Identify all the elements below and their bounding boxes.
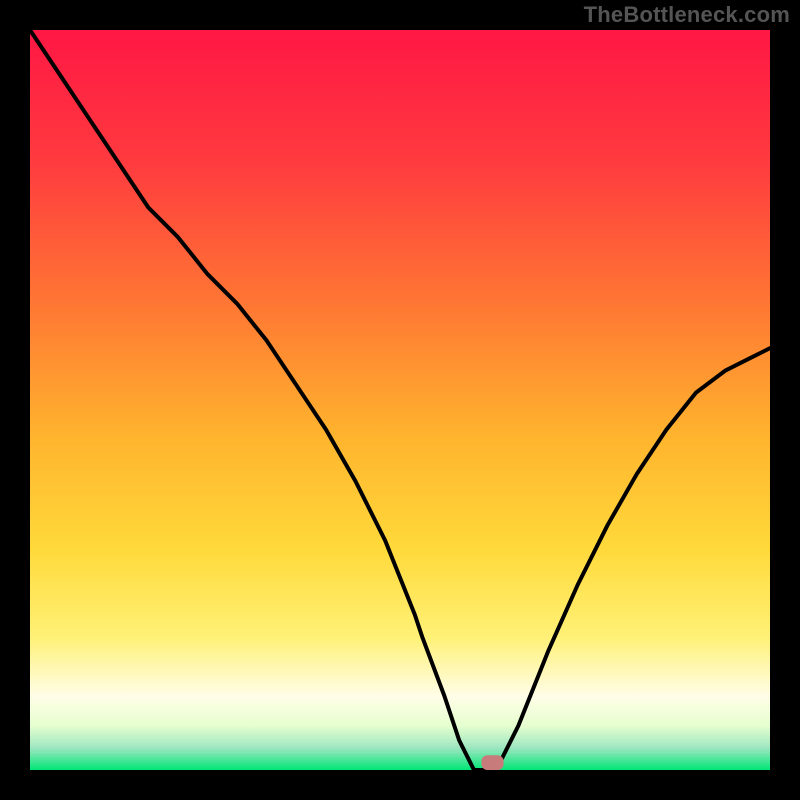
shading-band: [30, 726, 770, 728]
shading-band: [30, 696, 770, 698]
shading-band: [30, 711, 770, 713]
shading-band: [30, 740, 770, 742]
chart-background: [30, 30, 770, 770]
chart-canvas: [30, 30, 770, 770]
watermark-text: TheBottleneck.com: [584, 2, 790, 28]
chart-svg: [30, 30, 770, 770]
shading-band: [30, 752, 770, 754]
optimum-marker: [481, 755, 503, 770]
